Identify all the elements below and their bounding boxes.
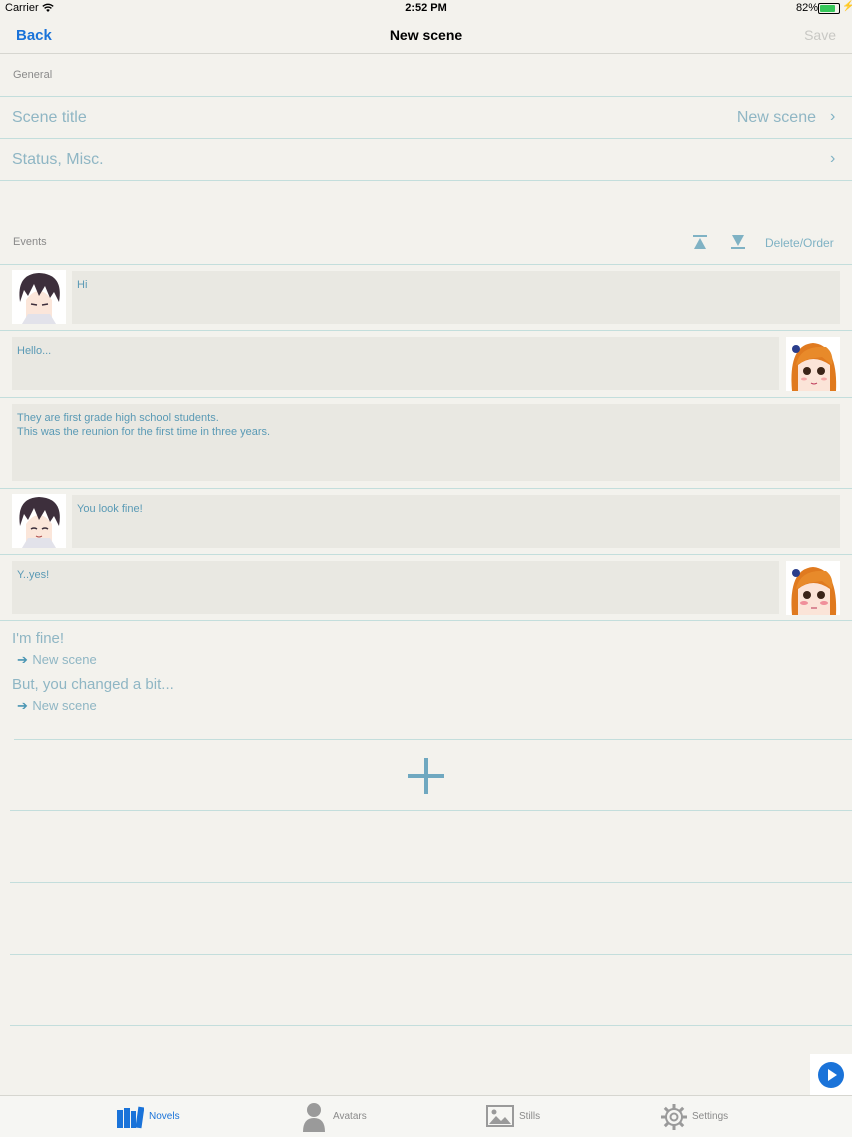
scene-title-label: Scene title [12,109,87,126]
chevron-right-icon: › [830,108,836,125]
speech-bubble: You look fine! [72,495,840,548]
event-row[interactable]: You look fine! [0,489,852,554]
play-button[interactable] [818,1062,844,1088]
gear-icon [661,1104,687,1130]
event-row[interactable]: Hello... [0,331,852,397]
general-section-header: General [13,69,53,81]
event-text: You look fine! [77,503,143,515]
avatar-male [12,494,66,548]
move-to-top-icon[interactable] [692,234,708,250]
battery-level [820,5,835,12]
choice-target-label: New scene [32,698,97,713]
narration-box: They are first grade high school student… [12,404,840,481]
charging-icon: ⚡ [842,1,852,12]
event-row[interactable]: Y..yes! [0,555,852,620]
scene-title-value: New scene [736,109,816,126]
divider [10,882,852,883]
speech-bubble: Hello... [12,337,779,390]
status-misc-label: Status, Misc. [12,151,104,168]
save-button[interactable]: Save [804,27,836,43]
tab-settings[interactable]: Settings [660,1096,770,1137]
choice-text[interactable]: But, you changed a bit... [12,676,174,693]
books-icon [117,1106,144,1129]
divider [10,1025,852,1026]
event-row[interactable]: Hi [0,265,852,330]
arrow-right-icon: ➔ [17,698,28,713]
choice-target[interactable]: ➔ New scene [17,697,97,715]
tab-label: Avatars [333,1111,367,1122]
avatar-male [12,270,66,324]
speech-bubble: Y..yes! [12,561,779,614]
arrow-right-icon: ➔ [17,652,28,667]
divider [10,810,852,811]
scene-title-row[interactable]: Scene title New scene › [0,97,852,138]
tab-label: Settings [692,1111,729,1122]
delete-order-button[interactable]: Delete/Order [765,236,834,250]
event-text: Hi [77,279,88,291]
status-bar: Carrier 2:52 PM 82% ⚡ [0,0,852,18]
tab-avatars[interactable]: Avatars [300,1096,410,1137]
avatar-female [786,561,840,615]
event-row[interactable]: They are first grade high school student… [0,398,852,488]
event-text: Y..yes! [17,569,50,581]
tab-label: Novels [149,1111,180,1122]
events-section-header: Events [13,236,47,248]
tab-bar: Novels Avatars Stills Settings [0,1095,852,1137]
divider [14,739,852,740]
move-to-bottom-icon[interactable] [730,234,746,250]
choice-target-label: New scene [32,652,97,667]
divider [10,954,852,955]
page-title: New scene [389,27,463,43]
image-icon [486,1105,514,1127]
avatar-female [786,337,840,391]
status-misc-row[interactable]: Status, Misc. › [0,139,852,180]
play-icon [828,1069,837,1081]
choice-target[interactable]: ➔ New scene [17,651,97,669]
divider [0,180,852,181]
status-time: 2:52 PM [405,2,447,14]
person-icon [303,1103,325,1132]
battery-icon [818,3,840,14]
event-text: They are first grade high school student… [17,412,271,438]
add-event-button[interactable] [408,758,444,794]
chevron-right-icon: › [830,150,836,167]
battery-percent: 82% [796,2,819,14]
divider [0,620,852,621]
navigation-bar: Back New scene Save [0,18,852,54]
choice-text[interactable]: I'm fine! [12,630,64,647]
event-text: Hello... [17,345,52,357]
speech-bubble: Hi [72,271,840,324]
tab-novels[interactable]: Novels [112,1096,222,1137]
tab-stills[interactable]: Stills [486,1096,596,1137]
tab-label: Stills [519,1111,541,1122]
